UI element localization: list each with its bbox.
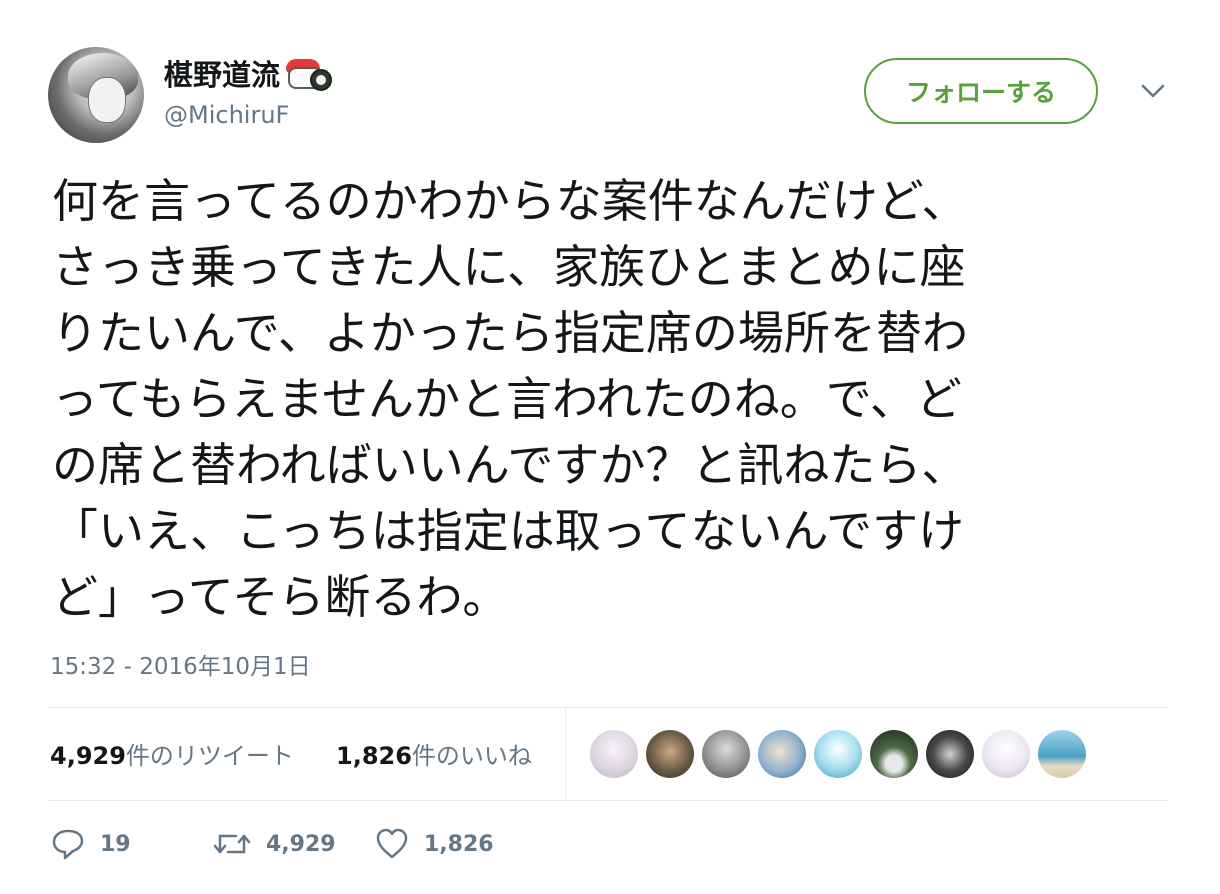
reply-count: 19 bbox=[100, 831, 131, 857]
tweet-line: の席と替わればいいんですか？と訊ねたら、 bbox=[52, 438, 968, 492]
reply-button[interactable]: 19 bbox=[50, 826, 131, 862]
stats-divider bbox=[565, 707, 566, 800]
liker-avatar[interactable] bbox=[870, 730, 918, 778]
liker-avatar[interactable] bbox=[1038, 730, 1086, 778]
tweet-line: 「いえ、こっちは指定は取ってないんですけ bbox=[52, 504, 965, 558]
liker-avatar[interactable] bbox=[982, 730, 1030, 778]
like-button[interactable]: 1,826 bbox=[374, 826, 494, 862]
user-avatar[interactable] bbox=[48, 47, 144, 143]
reply-icon bbox=[52, 829, 84, 860]
heart-icon bbox=[376, 828, 408, 859]
retweet-button[interactable]: 4,929 bbox=[212, 826, 336, 862]
divider-bottom bbox=[48, 800, 1168, 801]
likes-label: 件のいいね bbox=[411, 742, 532, 770]
follow-button[interactable]: フォローする bbox=[864, 58, 1098, 124]
sushi-icon bbox=[286, 55, 333, 91]
liker-avatar[interactable] bbox=[590, 730, 638, 778]
retweets-count: 4,929 bbox=[50, 742, 126, 770]
likes-count: 1,826 bbox=[336, 742, 412, 770]
display-name-text: 椹野道流 bbox=[164, 58, 281, 92]
tweet-timestamp[interactable]: 15:32 - 2016年10月1日 bbox=[50, 647, 311, 681]
like-count: 1,826 bbox=[424, 831, 494, 857]
tweet-text: 何を言ってるのかわからな案件なんだけど、 さっき乗ってきた人に、家族ひとまとめに… bbox=[52, 168, 1162, 630]
avatar-face bbox=[88, 77, 126, 123]
liker-avatar[interactable] bbox=[926, 730, 974, 778]
liker-avatar[interactable] bbox=[646, 730, 694, 778]
divider-top bbox=[48, 707, 1168, 708]
tweet-line: ど」ってそら断るわ。 bbox=[52, 570, 509, 624]
tweet-line: 何を言ってるのかわからな案件なんだけど、 bbox=[52, 174, 968, 228]
chevron-down-icon[interactable] bbox=[1140, 82, 1166, 100]
tweet-line: さっき乗ってきた人に、家族ひとまとめに座 bbox=[52, 240, 966, 294]
retweets-stat[interactable]: 4,929件のリツイート bbox=[50, 736, 294, 771]
liker-avatar[interactable] bbox=[702, 730, 750, 778]
liker-avatar[interactable] bbox=[814, 730, 862, 778]
likes-stat[interactable]: 1,826件のいいね bbox=[336, 736, 532, 771]
retweet-icon bbox=[213, 834, 251, 854]
user-handle[interactable]: @MichiruF bbox=[164, 101, 289, 129]
tweet-line: りたいんで、よかったら指定席の場所を替わ bbox=[52, 306, 968, 360]
tweet-line: ってもらえませんかと言われたのね。で、ど bbox=[52, 372, 962, 426]
retweets-label: 件のリツイート bbox=[125, 742, 294, 770]
likers-avatars bbox=[590, 730, 1086, 778]
display-name[interactable]: 椹野道流 bbox=[164, 52, 333, 94]
retweet-count: 4,929 bbox=[266, 831, 336, 857]
liker-avatar[interactable] bbox=[758, 730, 806, 778]
